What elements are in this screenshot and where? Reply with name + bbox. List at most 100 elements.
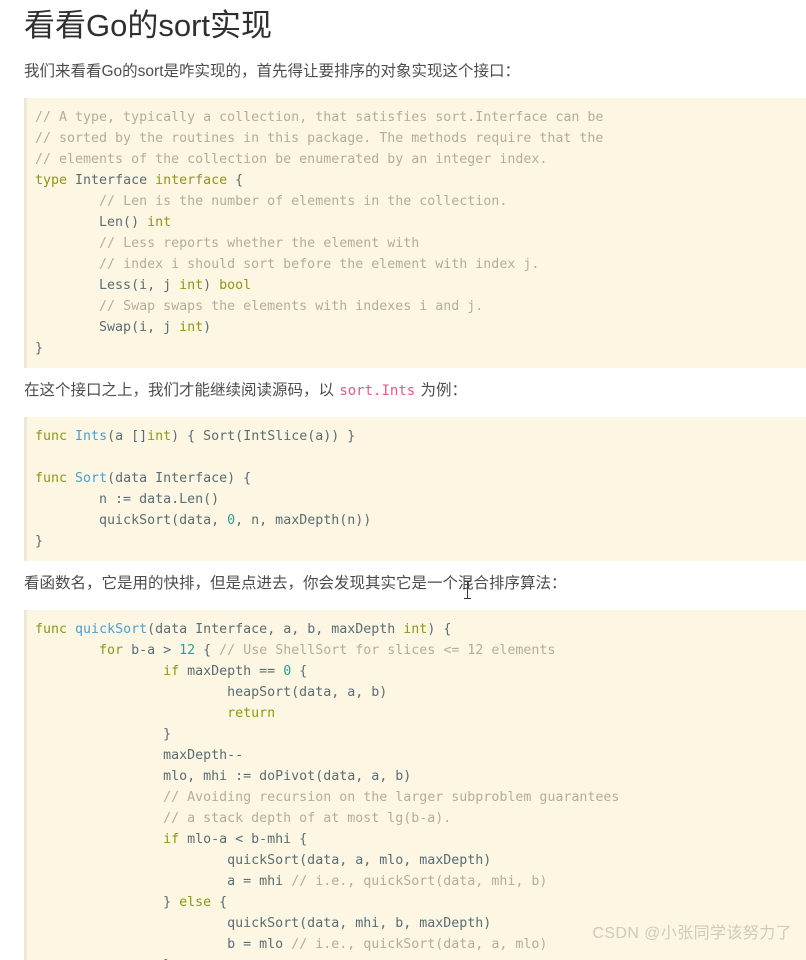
- code-line: mlo, mhi := doPivot(data, a, b): [27, 766, 806, 787]
- code-line: // Swap swaps the elements with indexes …: [27, 296, 806, 317]
- code-line: heapSort(data, a, b): [27, 682, 806, 703]
- code-token: // Avoiding recursion on the larger subp…: [163, 790, 620, 805]
- intro-paragraph: 我们来看看Go的sort是咋实现的，首先得让要排序的对象实现这个接口：: [24, 63, 521, 80]
- code-token: type: [35, 173, 68, 188]
- code-block-interface[interactable]: // A type, typically a collection, that …: [24, 98, 806, 368]
- code-line: n := data.Len(): [27, 489, 806, 510]
- code-token: // i.e., quickSort(data, mhi, b): [291, 874, 548, 889]
- code-token: Less(i, j: [35, 278, 180, 293]
- code-token: // Use ShellSort for slices <= 12 elemen…: [219, 643, 556, 658]
- code-token: func: [35, 429, 68, 444]
- code-line: }: [27, 724, 806, 745]
- code-line: if mlo-a < b-mhi {: [27, 829, 806, 850]
- sort-ints-paragraph: 在这个接口之上，我们才能继续阅读源码，以 sort.Ints 为例：: [0, 368, 806, 403]
- code-line: // Avoiding recursion on the larger subp…: [27, 787, 806, 808]
- code-line: // Less reports whether the element with: [27, 233, 806, 254]
- code-token: b = mlo: [35, 937, 292, 952]
- code-token: else: [179, 895, 212, 910]
- code-line: quickSort(data, 0, n, maxDepth(n)): [27, 510, 806, 531]
- code-token: int: [403, 622, 428, 637]
- code-line: maxDepth--: [27, 745, 806, 766]
- code-token: maxDepth ==: [179, 664, 284, 679]
- code-line: a = mhi // i.e., quickSort(data, mhi, b): [27, 871, 806, 892]
- code-line: // A type, typically a collection, that …: [27, 107, 806, 128]
- code-token: }: [35, 534, 44, 549]
- code-token: // Swap swaps the elements with indexes …: [99, 299, 484, 314]
- code-token: Interface: [67, 173, 156, 188]
- code-token: maxDepth--: [35, 748, 244, 763]
- code-token: // Len is the number of elements in the …: [99, 194, 508, 209]
- code-token: {: [291, 664, 308, 679]
- code-token: mlo, mhi := doPivot(data, a, b): [35, 769, 412, 784]
- quicksort-paragraph: 看函数名，它是用的快排，但是点进去，你会发现其实它是一个混合排序算法：: [24, 575, 567, 592]
- code-token: // i.e., quickSort(data, a, mlo): [291, 937, 548, 952]
- code-token: 0: [227, 513, 236, 528]
- code-token: Ints: [75, 429, 108, 444]
- code-token: ) { Sort(IntSlice(a)) }: [171, 429, 356, 444]
- code-token: // elements of the collection be enumera…: [35, 152, 548, 167]
- code-line: quickSort(data, mhi, b, maxDepth): [27, 913, 806, 934]
- code-token: 0: [283, 664, 292, 679]
- code-token: b-a >: [123, 643, 180, 658]
- paragraph-text-after: 为例：: [416, 382, 467, 399]
- code-token: if: [163, 832, 180, 847]
- code-token: {: [211, 895, 228, 910]
- code-line: // Len is the number of elements in the …: [27, 191, 806, 212]
- code-token: int: [179, 320, 204, 335]
- code-line: b = mlo // i.e., quickSort(data, a, mlo): [27, 934, 806, 955]
- code-token: (a []: [107, 429, 148, 444]
- code-token: int: [147, 215, 172, 230]
- code-token: a = mhi: [35, 874, 292, 889]
- code-line: for b-a > 12 { // Use ShellSort for slic…: [27, 640, 806, 661]
- code-token: interface: [155, 173, 228, 188]
- code-token: {: [195, 643, 220, 658]
- code-line: func Sort(data Interface) {: [27, 468, 806, 489]
- code-line: if maxDepth == 0 {: [27, 661, 806, 682]
- code-token: mlo-a < b-mhi {: [179, 832, 308, 847]
- code-line: quickSort(data, a, mlo, maxDepth): [27, 850, 806, 871]
- code-line: Less(i, j int) bool: [27, 275, 806, 296]
- code-token: }: [35, 895, 180, 910]
- code-token: // Less reports whether the element with: [99, 236, 420, 251]
- code-token: quickSort(data,: [35, 513, 228, 528]
- code-block-quicksort[interactable]: func quickSort(data Interface, a, b, max…: [24, 610, 806, 960]
- code-token: quickSort(data, a, mlo, maxDepth): [35, 853, 492, 868]
- code-token: bool: [219, 278, 252, 293]
- code-line: // sorted by the routines in this packag…: [27, 128, 806, 149]
- code-token: ) {: [427, 622, 452, 637]
- code-token: Swap(i, j: [35, 320, 180, 335]
- code-token: int: [179, 278, 204, 293]
- code-token: int: [147, 429, 172, 444]
- code-line: func Ints(a []int) { Sort(IntSlice(a)) }: [27, 426, 806, 447]
- code-token: 12: [179, 643, 196, 658]
- code-token: // A type, typically a collection, that …: [35, 110, 604, 125]
- code-token: , n, maxDepth(n)): [235, 513, 372, 528]
- code-line: // a stack depth of at most lg(b-a).: [27, 808, 806, 829]
- code-line: // index i should sort before the elemen…: [27, 254, 806, 275]
- page-title: 看看Go的sort实现: [24, 8, 273, 43]
- code-token: // sorted by the routines in this packag…: [35, 131, 604, 146]
- code-token: {: [227, 173, 244, 188]
- code-block-ints-sort[interactable]: func Ints(a []int) { Sort(IntSlice(a)) }…: [24, 417, 806, 561]
- code-token: Sort: [75, 471, 108, 486]
- code-token: ): [203, 278, 220, 293]
- code-token: quickSort: [75, 622, 148, 637]
- code-line: }: [27, 531, 806, 552]
- code-token: for: [99, 643, 124, 658]
- code-line: } else {: [27, 892, 806, 913]
- code-token: func: [35, 471, 68, 486]
- code-token: }: [35, 727, 172, 742]
- code-token: }: [35, 341, 44, 356]
- code-line: type Interface interface {: [27, 170, 806, 191]
- code-token: return: [227, 706, 276, 721]
- code-token: quickSort(data, mhi, b, maxDepth): [35, 916, 492, 931]
